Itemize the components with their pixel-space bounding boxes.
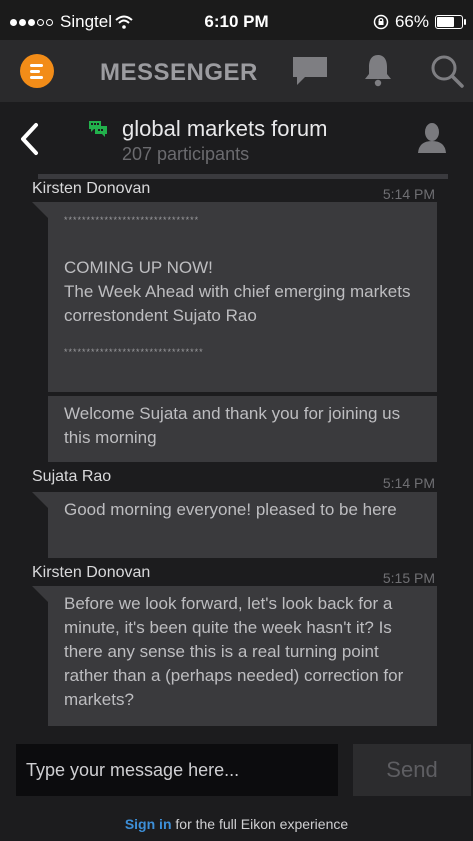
app-header: MESSENGER [0,40,473,102]
status-bar: Singtel 6:10 PM 66% [0,0,473,40]
person-icon[interactable] [417,122,447,154]
previous-bubble-edge [38,174,448,179]
footer: Sign in for the full Eikon experience [0,806,473,841]
message-time: 5:14 PM [382,475,435,491]
message-composer: Send [0,736,473,806]
message-stars-top: ****************************** [64,215,200,225]
message-sender: Sujata Rao [32,468,112,485]
search-icon[interactable] [430,54,464,88]
message-input[interactable] [16,744,338,796]
status-right: 66% [373,12,466,32]
message-time: 5:15 PM [382,570,435,586]
message-stars-bottom: ******************************* [64,347,204,357]
message-text: Good morning everyone! pleased to be her… [64,500,397,519]
bell-icon[interactable] [363,53,393,87]
message-bubble[interactable]: Before we look forward, let's look back … [32,586,437,726]
forum-chat-icon [89,121,107,137]
sign-in-link[interactable]: Sign in [125,816,172,832]
messenger-screen: Singtel 6:10 PM 66% MESSENGER global mar… [0,0,473,841]
message-bubble[interactable]: Welcome Sujata and thank you for joining… [48,396,437,462]
battery-icon [435,15,466,29]
footer-text: for the full Eikon experience [171,816,349,832]
send-button[interactable]: Send [353,744,471,796]
message-list[interactable]: Kirsten Donovan 5:14 PM ****************… [8,174,473,736]
battery-percent: 66% [394,12,429,31]
message-time: 5:14 PM [382,186,435,202]
participant-count: 207 participants [122,144,250,164]
message-text: Welcome Sujata and thank you for joining… [64,404,401,447]
message-sender: Kirsten Donovan [32,180,151,197]
message-line: The Week Ahead with chief emerging marke… [64,282,411,325]
message-sender: Kirsten Donovan [32,564,151,581]
message-bubble[interactable]: ****************************** COMING UP… [32,202,437,392]
chat-header: global markets forum 207 participants [0,102,473,174]
app-title: MESSENGER [100,59,258,86]
forum-title[interactable]: global markets forum [122,116,327,142]
message-text: Before we look forward, let's look back … [64,594,404,709]
message-bubble[interactable]: Good morning everyone! pleased to be her… [32,492,437,558]
back-chevron-icon[interactable] [18,122,42,156]
menu-logo-icon[interactable] [20,54,54,88]
rotation-lock-icon [373,14,389,30]
message-line: COMING UP NOW! [64,258,213,277]
chat-bubble-icon[interactable] [291,55,329,87]
